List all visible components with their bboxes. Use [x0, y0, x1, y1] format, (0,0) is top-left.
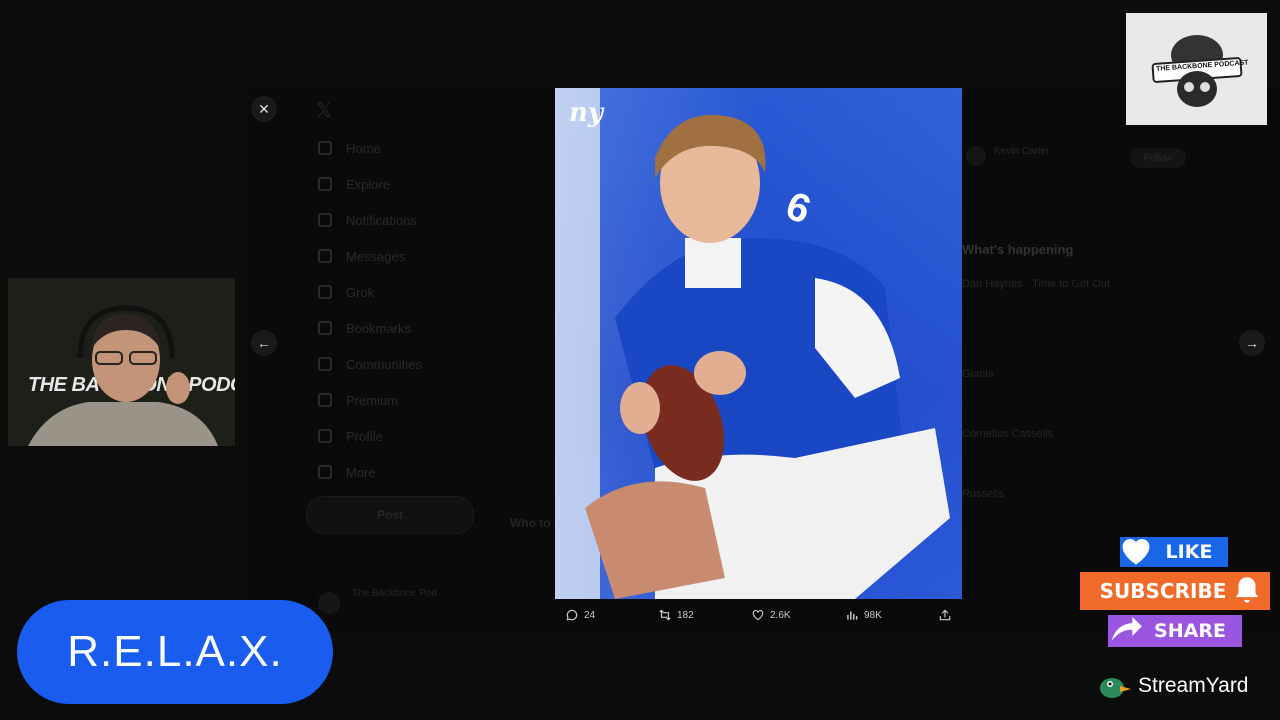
nav-communities[interactable]: Communities: [318, 352, 422, 376]
nav-label: Messages: [346, 248, 406, 264]
like-label: LIKE: [1165, 541, 1213, 563]
nav-label: Explore: [346, 176, 391, 192]
avatar[interactable]: [318, 592, 340, 614]
nav-bookmarks[interactable]: Bookmarks: [318, 316, 411, 340]
nav-notifications[interactable]: Notifications: [318, 208, 417, 232]
nav-label: Premium: [346, 392, 399, 408]
nav-premium[interactable]: Premium: [318, 388, 398, 412]
repost-button[interactable]: 182: [658, 608, 694, 622]
home-icon: [318, 141, 332, 155]
person-icon: [318, 429, 332, 443]
nav-messages[interactable]: Messages: [318, 244, 405, 268]
nav-home[interactable]: Home: [318, 136, 381, 160]
post-button[interactable]: Post: [306, 496, 474, 534]
follow-button[interactable]: Follow: [1130, 148, 1186, 168]
subscribe-label: SUBSCRIBE: [1099, 579, 1227, 603]
like-count: 2.6K: [770, 609, 791, 621]
x-icon: [318, 393, 332, 407]
nav-label: Bookmarks: [346, 320, 412, 336]
streamyard-label: StreamYard: [1138, 674, 1249, 697]
grok-icon: [318, 285, 332, 299]
trend-item[interactable]: Giants: [962, 368, 994, 380]
nav-label: Notifications: [346, 212, 417, 228]
previous-button[interactable]: ←: [251, 330, 277, 356]
trend-item[interactable]: Cornelius Cassells: [962, 428, 1053, 440]
people-icon: [318, 357, 332, 371]
next-button[interactable]: →: [1239, 330, 1265, 356]
reply-button[interactable]: 24: [565, 608, 595, 622]
nav-label: Home: [346, 140, 381, 156]
views-button[interactable]: 98K: [845, 608, 882, 622]
reply-icon: [566, 609, 578, 621]
heart-icon: [1122, 539, 1150, 565]
giants-logo: ny: [569, 98, 604, 128]
podcast-logo: THE BACKBONE PODCAST: [1126, 13, 1267, 125]
reply-count: 24: [584, 609, 596, 621]
nav-profile[interactable]: Profile: [318, 424, 383, 448]
host-silhouette: [28, 305, 218, 446]
trend-item[interactable]: Russells: [962, 488, 1004, 500]
like-button[interactable]: 2.6K: [751, 608, 791, 622]
more-icon: [318, 465, 332, 479]
like-badge: LIKE: [1120, 537, 1228, 567]
account-name: The Backbone Pod: [352, 588, 438, 599]
nav-label: Profile: [346, 428, 383, 444]
sidebar-user-name: Kevin Carter: [994, 146, 1050, 157]
view-count: 98K: [864, 609, 882, 621]
duck-icon: [1100, 678, 1131, 698]
nav-explore[interactable]: Explore: [318, 172, 390, 196]
sidebar-avatar: [966, 146, 986, 166]
share-badge: SHARE: [1108, 615, 1242, 647]
bell-icon: [1235, 577, 1259, 603]
post-photo: ny 6: [555, 88, 962, 599]
analytics-icon: [847, 611, 858, 620]
whats-happening-heading: What's happening: [962, 242, 1074, 257]
share-label: SHARE: [1154, 620, 1226, 642]
subscribe-badge: SUBSCRIBE: [1080, 572, 1270, 610]
share-arrow-icon: [1111, 616, 1142, 641]
mail-icon: [318, 249, 332, 263]
relax-banner: R.E.L.A.X.: [17, 600, 333, 704]
nav-label: Grok: [346, 284, 375, 300]
repost-count: 182: [677, 609, 694, 621]
heart-icon: [752, 610, 764, 621]
close-icon: ✕: [258, 100, 270, 117]
webcam-feed: THE BACKBONE PODCAST: [8, 278, 235, 446]
search-icon: [318, 177, 332, 191]
upload-icon: [939, 609, 951, 621]
repost-icon: [659, 609, 671, 621]
nav-label: More: [346, 464, 376, 480]
close-button[interactable]: ✕: [251, 96, 277, 122]
nav-label: Communities: [346, 356, 422, 372]
trend-item[interactable]: Dan Haynes · Time to Get Out: [962, 278, 1110, 290]
streamyard-branding: StreamYard: [1098, 670, 1249, 702]
nav-grok[interactable]: Grok: [318, 280, 374, 304]
bookmark-icon: [318, 321, 332, 335]
arrow-right-icon: →: [1245, 335, 1259, 351]
arrow-left-icon: ←: [257, 335, 271, 351]
bell-icon: [318, 213, 332, 227]
share-post-button[interactable]: [938, 608, 952, 622]
x-logo-icon: 𝕏: [316, 100, 333, 122]
nav-more[interactable]: More: [318, 460, 376, 484]
